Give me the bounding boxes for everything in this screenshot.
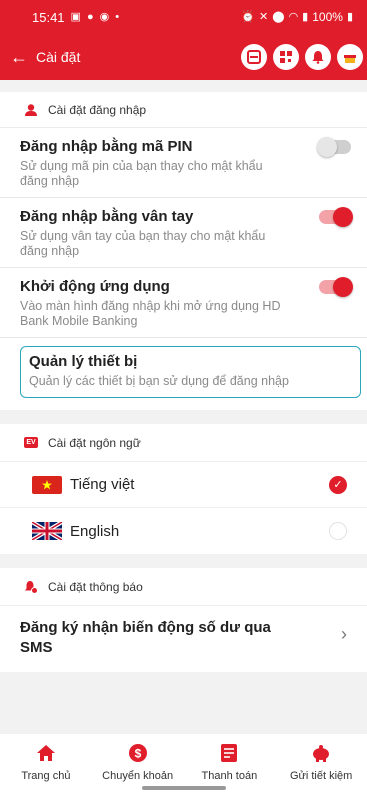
row-description: Vào màn hình đăng nhập khi mở ứng dụng H… (20, 299, 281, 328)
mute-icon: ✕ (259, 10, 269, 23)
gift-icon[interactable] (337, 44, 363, 70)
alarm-icon: ⏰ (241, 10, 256, 23)
home-icon (35, 742, 57, 764)
chevron-right-icon: › (341, 624, 347, 644)
nav-home[interactable]: Trang chủ (1, 742, 91, 782)
bell-icon[interactable] (305, 44, 331, 70)
transfer-icon: $ (127, 742, 149, 764)
language-label: English (70, 522, 120, 540)
page-title: Cài đặt (36, 49, 81, 65)
row-description: Quản lý các thiết bị bạn sử dụng để đăng… (29, 374, 289, 388)
bill-icon (218, 742, 240, 764)
sms-balance-alert-row[interactable]: Đăng ký nhận biến động số dư qua SMS › (0, 606, 367, 672)
wifi-icon: ◠ (288, 10, 299, 23)
scan-icon[interactable] (241, 44, 267, 70)
signal-icon: ▮ (302, 10, 309, 23)
svg-text:$: $ (134, 747, 141, 761)
row-title: Khởi động ứng dụng (20, 278, 170, 295)
back-arrow-icon[interactable]: ← (10, 47, 36, 68)
app-launch-row: Khởi động ứng dụng Vào màn hình đăng nhậ… (0, 268, 367, 338)
location-icon: ⬤ (272, 10, 285, 23)
row-title: Đăng nhập bằng mã PIN (20, 138, 193, 155)
section-heading: Cài đặt thông báo (48, 579, 143, 594)
row-title: Quản lý thiết bị (29, 353, 138, 370)
language-option-english[interactable]: English (0, 508, 367, 554)
login-settings-section: Cài đặt đăng nhập Đăng nhập bằng mã PIN … (0, 92, 367, 410)
pin-login-row: Đăng nhập bằng mã PIN Sử dụng mã pin của… (0, 128, 367, 198)
dot-icon: • (115, 10, 120, 23)
piggy-bank-icon (310, 742, 332, 764)
notification-bell-icon (24, 580, 38, 594)
notification-settings-section: Cài đặt thông báo Đăng ký nhận biến động… (0, 568, 367, 672)
nav-label: Chuyển khoản (102, 770, 174, 782)
section-heading: Cài đặt ngôn ngữ (48, 435, 141, 450)
language-label: Tiếng việt (70, 476, 135, 493)
battery-level: 100% (312, 10, 343, 24)
battery-icon: ▮ (346, 10, 353, 23)
language-option-vietnamese[interactable]: Tiếng việt ✓ (0, 462, 367, 508)
qr-code-icon[interactable] (273, 44, 299, 70)
app-notification-icon: ◉ (99, 10, 110, 23)
user-icon (24, 103, 38, 117)
fingerprint-login-row: Đăng nhập bằng vân tay Sử dụng vân tay c… (0, 198, 367, 268)
unselected-radio-icon[interactable] (329, 522, 347, 540)
nav-transfer[interactable]: $ Chuyển khoản (93, 742, 183, 782)
nav-payment[interactable]: Thanh toán (184, 742, 274, 782)
app-launch-toggle[interactable] (319, 277, 353, 297)
vietnam-flag-icon (32, 475, 62, 494)
nav-label: Thanh toán (201, 770, 258, 782)
status-time: 15:41 (32, 9, 65, 25)
language-settings-section: EV Cài đặt ngôn ngữ Tiếng việt ✓ English (0, 424, 367, 554)
gesture-handle (142, 786, 226, 790)
pin-toggle[interactable] (317, 137, 351, 157)
row-title: Đăng ký nhận biến động số dư qua SMS (20, 619, 271, 656)
device-management-item[interactable]: Quản lý thiết bị Quản lý các thiết bị bạ… (20, 346, 361, 398)
chat-notification-icon: ● (86, 10, 94, 23)
row-description: Sử dụng mã pin của bạn thay cho mật khẩu… (20, 159, 263, 188)
section-heading: Cài đặt đăng nhập (48, 102, 147, 117)
selected-check-icon[interactable]: ✓ (329, 475, 347, 494)
image-notification-icon: ▣ (70, 10, 81, 23)
fingerprint-toggle[interactable] (319, 207, 353, 227)
top-bar: 15:41 ▣ ● ◉ • ⏰ ✕ ⬤ ◠ ▮ 100% ▮ ← Cài đặt (0, 0, 367, 80)
language-badge-icon: EV (24, 437, 38, 448)
app-header: ← Cài đặt (0, 34, 367, 80)
nav-savings[interactable]: Gửi tiết kiệm (276, 742, 366, 782)
nav-label: Trang chủ (21, 770, 71, 782)
bottom-navigation: Trang chủ $ Chuyển khoản Thanh toán Gửi … (0, 734, 367, 794)
row-description: Sử dụng vân tay của bạn thay cho mật khẩ… (20, 229, 266, 258)
status-bar: 15:41 ▣ ● ◉ • ⏰ ✕ ⬤ ◠ ▮ 100% ▮ (0, 0, 367, 34)
uk-flag-icon (32, 522, 62, 540)
row-title: Đăng nhập bằng vân tay (20, 208, 194, 225)
nav-label: Gửi tiết kiệm (289, 770, 353, 782)
